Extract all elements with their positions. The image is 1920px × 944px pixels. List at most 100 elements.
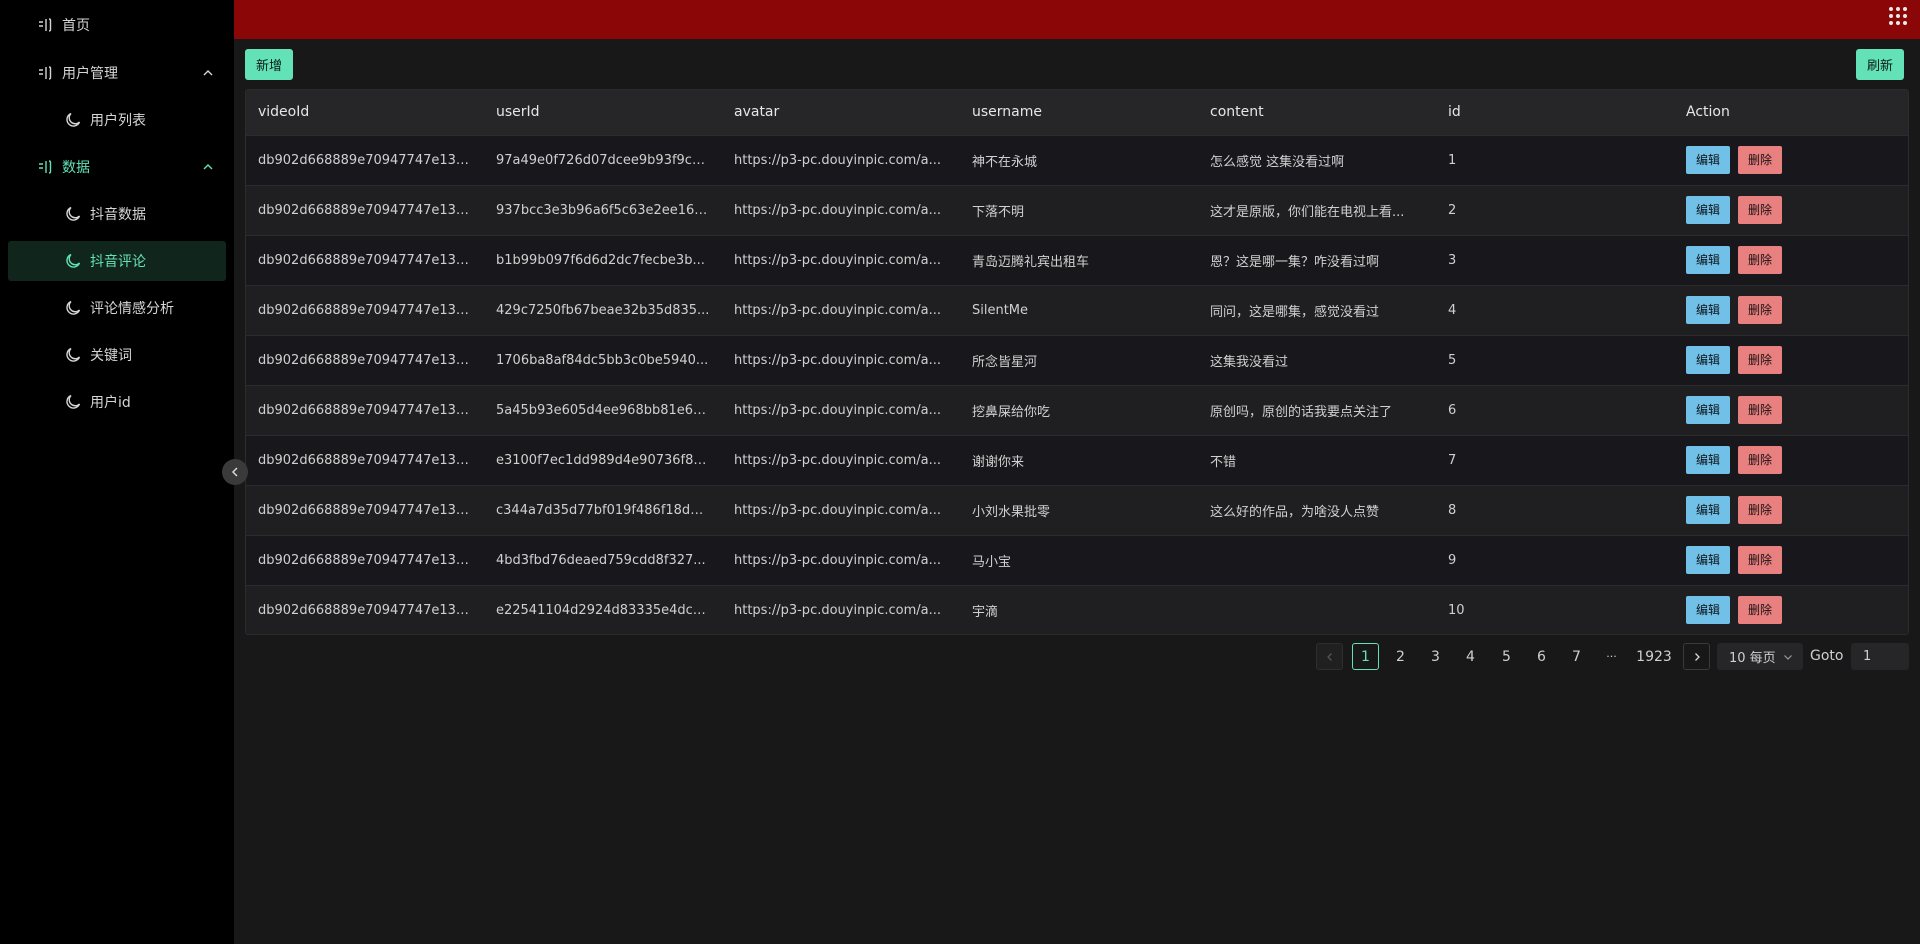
cell-content: 怎么感觉 这集没看过啊 — [1198, 135, 1436, 186]
delete-button[interactable]: 删除 — [1738, 496, 1783, 524]
delete-button[interactable]: 删除 — [1738, 146, 1783, 174]
delete-button[interactable]: 删除 — [1738, 346, 1783, 374]
moon-icon — [64, 299, 82, 317]
page-4[interactable]: 4 — [1457, 643, 1484, 670]
edit-button[interactable]: 编辑 — [1686, 146, 1731, 174]
sidebar-collapse-button[interactable] — [222, 459, 248, 485]
table-row: db902d668889e70947747e135... 937bcc3e3b96… — [246, 185, 1908, 236]
column-header-avatar[interactable]: avatar — [722, 90, 960, 136]
cell-id: 5 — [1436, 335, 1674, 386]
goto-label: Goto — [1810, 648, 1844, 664]
cell-userid: 1706ba8af84dc5bb3c0be5940... — [484, 335, 722, 386]
sidebar-item-douyin-comments[interactable]: 抖音评论 — [8, 241, 226, 281]
prev-page-button[interactable] — [1316, 643, 1343, 670]
chevron-up-icon — [203, 70, 213, 76]
cell-videoid: db902d668889e70947747e135... — [246, 185, 484, 236]
delete-button[interactable]: 删除 — [1738, 446, 1783, 474]
add-button[interactable]: 新增 — [245, 49, 294, 80]
delete-button[interactable]: 删除 — [1738, 396, 1783, 424]
cell-userid: 4bd3fbd76deaed759cdd8f327... — [484, 535, 722, 586]
moon-icon — [64, 205, 82, 223]
edit-button[interactable]: 编辑 — [1686, 596, 1731, 625]
cell-username: 宇滴 — [960, 585, 1198, 634]
goto-page-input[interactable] — [1851, 643, 1909, 670]
cell-username: 神不在永城 — [960, 135, 1198, 186]
cell-videoid: db902d668889e70947747e135... — [246, 435, 484, 486]
page-size-select[interactable]: 10 每页 — [1717, 643, 1803, 670]
delete-button[interactable]: 删除 — [1738, 296, 1783, 324]
cell-username: SilentMe — [960, 285, 1198, 336]
sidebar-item-user-list[interactable]: 用户列表 — [8, 100, 226, 140]
page-2[interactable]: 2 — [1387, 643, 1414, 670]
cell-userid: b1b99b097f6d6d2dc7fecbe3b... — [484, 235, 722, 286]
cell-username: 挖鼻屎给你吃 — [960, 385, 1198, 436]
cell-action: 编辑 删除 — [1674, 185, 1908, 236]
edit-button[interactable]: 编辑 — [1686, 296, 1731, 324]
table-row: db902d668889e70947747e135... b1b99b097f6d… — [246, 235, 1908, 286]
delete-button[interactable]: 删除 — [1738, 196, 1783, 224]
edit-button[interactable]: 编辑 — [1686, 346, 1731, 374]
page-7[interactable]: 7 — [1563, 643, 1590, 670]
cell-userid: e22541104d2924d83335e4dc2... — [484, 585, 722, 634]
cell-videoid: db902d668889e70947747e135... — [246, 385, 484, 436]
cell-content — [1198, 585, 1436, 634]
top-bar — [234, 0, 1920, 39]
data-table: videoId userId avatar username content i… — [245, 89, 1909, 635]
column-header-id[interactable]: id — [1436, 90, 1674, 136]
cell-username: 小刘水果批零 — [960, 485, 1198, 536]
table-row: db902d668889e70947747e135... 5a45b93e605d… — [246, 385, 1908, 436]
sidebar-item-label: 数据 — [62, 160, 90, 176]
page-1[interactable]: 1 — [1352, 643, 1379, 670]
sidebar-item-data[interactable]: 数据 — [8, 147, 226, 187]
cell-userid: c344a7d35d77bf019f486f18d6... — [484, 485, 722, 536]
edit-button[interactable]: 编辑 — [1686, 246, 1731, 274]
apps-grid-icon[interactable] — [1888, 6, 1908, 26]
sidebar-item-label: 用户id — [90, 395, 131, 411]
cell-username: 青岛迈腾礼宾出租车 — [960, 235, 1198, 286]
cell-avatar: https://p3-pc.douyinpic.com/a... — [722, 435, 960, 486]
table-row: db902d668889e70947747e135... 1706ba8af84d… — [246, 335, 1908, 386]
edit-button[interactable]: 编辑 — [1686, 396, 1731, 424]
sidebar-item-label: 首页 — [62, 18, 90, 34]
sidebar-item-label: 关键词 — [90, 348, 132, 364]
table-row: db902d668889e70947747e135... 4bd3fbd76dea… — [246, 535, 1908, 586]
sidebar-item-user-management[interactable]: 用户管理 — [8, 53, 226, 93]
refresh-button[interactable]: 刷新 — [1856, 49, 1905, 80]
next-page-button[interactable] — [1683, 643, 1710, 670]
chevron-right-icon — [1694, 652, 1700, 661]
column-header-username[interactable]: username — [960, 90, 1198, 136]
delete-button[interactable]: 删除 — [1738, 596, 1783, 625]
delete-button[interactable]: 删除 — [1738, 546, 1783, 574]
page-3[interactable]: 3 — [1422, 643, 1449, 670]
table-row: db902d668889e70947747e135... e3100f7ec1dd… — [246, 435, 1908, 486]
edit-button[interactable]: 编辑 — [1686, 196, 1731, 224]
page-ellipsis[interactable]: ··· — [1598, 643, 1625, 670]
cell-action: 编辑 删除 — [1674, 435, 1908, 486]
sidebar-item-sentiment-analysis[interactable]: 评论情感分析 — [8, 288, 226, 328]
cell-videoid: db902d668889e70947747e135... — [246, 235, 484, 286]
sidebar-item-home[interactable]: 首页 — [8, 5, 226, 45]
page-6[interactable]: 6 — [1528, 643, 1555, 670]
cell-content: 同问，这是哪集，感觉没看过 — [1198, 285, 1436, 336]
cell-id: 6 — [1436, 385, 1674, 436]
sidebar-item-label: 用户列表 — [90, 113, 146, 129]
sidebar-item-user-id[interactable]: 用户id — [8, 382, 226, 422]
cell-id: 10 — [1436, 585, 1674, 634]
sidebar-item-label: 抖音评论 — [90, 254, 146, 270]
sidebar-item-douyin-data[interactable]: 抖音数据 — [8, 194, 226, 234]
sidebar-item-keywords[interactable]: 关键词 — [8, 335, 226, 375]
table-row: db902d668889e70947747e135... e22541104d29… — [246, 585, 1908, 634]
edit-button[interactable]: 编辑 — [1686, 546, 1731, 574]
column-header-userid[interactable]: userId — [484, 90, 722, 136]
column-header-content[interactable]: content — [1198, 90, 1436, 136]
cell-avatar: https://p3-pc.douyinpic.com/a... — [722, 185, 960, 236]
delete-button[interactable]: 删除 — [1738, 246, 1783, 274]
sidebar-item-label: 抖音数据 — [90, 207, 146, 223]
page-last[interactable]: 1923 — [1634, 643, 1674, 670]
column-header-videoid[interactable]: videoId — [246, 90, 484, 136]
edit-button[interactable]: 编辑 — [1686, 496, 1731, 524]
chevron-left-icon — [231, 467, 238, 477]
page-5[interactable]: 5 — [1493, 643, 1520, 670]
edit-button[interactable]: 编辑 — [1686, 446, 1731, 474]
sidebar-item-label: 评论情感分析 — [90, 301, 174, 317]
